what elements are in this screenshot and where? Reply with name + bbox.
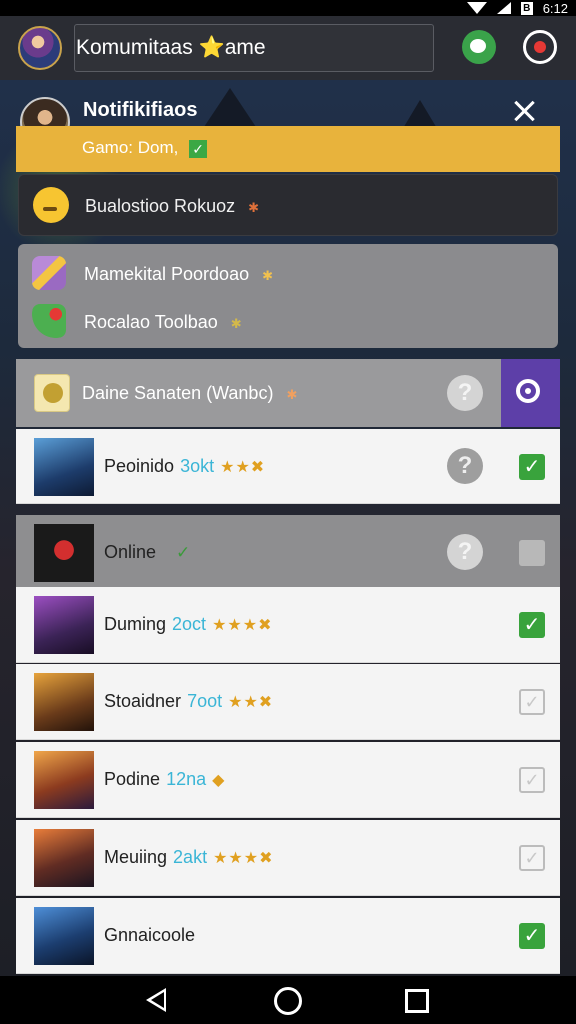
emoji-notification[interactable]: Bualostioo Rokuoz ✱ — [18, 174, 558, 236]
smiley-icon — [33, 187, 69, 223]
star-icon: ✱ — [262, 268, 274, 283]
rating-icons: ★★✖ — [228, 694, 274, 711]
back-icon[interactable] — [146, 988, 166, 1012]
check-icon: ✓ — [189, 139, 208, 158]
list-item-tag: 2oct — [172, 614, 207, 634]
notification-item[interactable]: Rocalao Toolbao ✱ — [18, 300, 558, 340]
notification-banner[interactable]: Gamo: Dom, ✓ — [16, 126, 560, 172]
list-item-name: Stoaidner — [104, 691, 182, 711]
list-item-text: Podine 12na ◆ — [104, 769, 225, 790]
list-item-tag: 3okt — [180, 456, 215, 476]
list-item-name: Gnnaicoole — [104, 925, 196, 945]
list-item-tag: 7oot — [187, 691, 223, 711]
emoji-notification-label: Bualostioo Rokuoz — [85, 196, 236, 216]
close-icon[interactable] — [512, 98, 538, 124]
emoji-notification-text: Bualostioo Rokuoz ✱ — [85, 196, 259, 217]
checkbox[interactable]: ✓ — [519, 612, 545, 638]
rating-icons: ★★★✖ — [213, 850, 274, 867]
navigation-bar — [0, 976, 576, 1024]
app-title: Komumitaas ⭐ame — [76, 36, 266, 59]
help-icon[interactable]: ? — [447, 375, 483, 411]
avatar — [34, 596, 94, 654]
recent-apps-icon[interactable] — [405, 989, 429, 1013]
status-time: 6:12 — [542, 0, 568, 16]
notification-item-text: Rocalao Toolbao — [84, 312, 218, 332]
wand-icon — [32, 256, 66, 290]
gear-icon[interactable] — [501, 359, 560, 427]
settings-thumbnail — [34, 374, 70, 412]
list-item[interactable]: Peoinido 3okt ★★✖? ✓ — [16, 429, 560, 504]
list-item-text: Meuiing 2akt ★★★✖ — [104, 847, 274, 868]
wifi-icon — [466, 2, 487, 14]
list-item[interactable]: Podine 12na ◆ ✓ — [16, 742, 560, 818]
list-item[interactable]: Stoaidner 7oot ★★✖ ✓ — [16, 664, 560, 740]
avatar — [34, 907, 94, 965]
banner-text: Gamo: Dom, ✓ — [82, 138, 208, 158]
list-item-name: Duming — [104, 614, 167, 634]
settings-row-label: Daine Sanaten (Wanbc) — [82, 383, 274, 403]
rating-icons: ★★✖ — [220, 459, 266, 476]
list-item[interactable]: Duming 2oct ★★★✖ ✓ — [16, 587, 560, 663]
battery-icon: B — [520, 1, 533, 15]
list-item-text: Peoinido 3okt ★★✖ — [104, 456, 265, 477]
checkbox[interactable]: ✓ — [519, 845, 545, 871]
avatar — [34, 438, 94, 496]
checkbox[interactable]: ✓ — [519, 923, 545, 949]
star-icon: ✱ — [230, 316, 242, 331]
notification-item[interactable]: Mamekital Poordoao ✱ — [18, 252, 558, 292]
settings-row-text: Daine Sanaten (Wanbc) ✱ — [82, 383, 297, 404]
checkbox[interactable] — [519, 540, 545, 566]
list-item-name: Meuiing — [104, 847, 168, 867]
status-bar: B 6:12 — [0, 0, 576, 16]
avatar — [34, 829, 94, 887]
online-check-icon: ✓ — [176, 543, 191, 562]
settings-badge-button[interactable] — [523, 30, 557, 64]
list-item[interactable]: Meuiing 2akt ★★★✖ ✓ — [16, 820, 560, 896]
list-item[interactable]: Gnnaicoole ✓ — [16, 898, 560, 974]
list-item-name: Podine — [104, 769, 161, 789]
list-item-tag: 2akt — [173, 847, 208, 867]
settings-row[interactable]: Daine Sanaten (Wanbc) ✱ ? — [16, 359, 560, 427]
list-item-text: Stoaidner 7oot ★★✖ — [104, 691, 273, 712]
app-bar: Komumitaas ⭐ame — [0, 16, 576, 80]
notification-title: Notifikifiaos — [83, 99, 198, 121]
banner-label: Gamo: Dom, — [82, 138, 179, 157]
checkbox[interactable]: ✓ — [519, 767, 545, 793]
help-icon[interactable]: ? — [447, 534, 483, 570]
list-item-name: Online — [104, 542, 157, 562]
help-icon[interactable]: ? — [447, 448, 483, 484]
list-item-name: Peoinido — [104, 456, 175, 476]
list-item[interactable]: Online ✓? — [16, 515, 560, 591]
list-item-text: Duming 2oct ★★★✖ — [104, 614, 273, 635]
notification-item-label: Mamekital Poordoao ✱ — [84, 264, 273, 285]
home-icon[interactable] — [274, 987, 302, 1015]
chat-button[interactable] — [462, 30, 496, 64]
rating-icons: ◆ — [212, 772, 226, 789]
avatar — [34, 751, 94, 809]
grouped-notifications: Mamekital Poordoao ✱ Rocalao Toolbao ✱ — [18, 244, 558, 348]
star-icon: ✱ — [286, 387, 298, 402]
checkbox[interactable]: ✓ — [519, 454, 545, 480]
leaf-icon — [32, 304, 66, 338]
star-icon: ✱ — [248, 200, 260, 215]
checkbox[interactable]: ✓ — [519, 689, 545, 715]
notification-item-label: Rocalao Toolbao ✱ — [84, 312, 242, 333]
rating-icons: ★★★✖ — [212, 617, 273, 634]
avatar — [34, 673, 94, 731]
list-item-text: Online ✓ — [104, 542, 190, 563]
avatar — [34, 524, 94, 582]
signal-icon — [496, 2, 511, 14]
status-icons: B 6:12 — [466, 0, 568, 16]
profile-avatar[interactable] — [18, 26, 62, 70]
notification-item-text: Mamekital Poordoao — [84, 264, 250, 284]
list-item-text: Gnnaicoole — [104, 925, 195, 946]
list-item-tag: 12na — [166, 769, 207, 789]
